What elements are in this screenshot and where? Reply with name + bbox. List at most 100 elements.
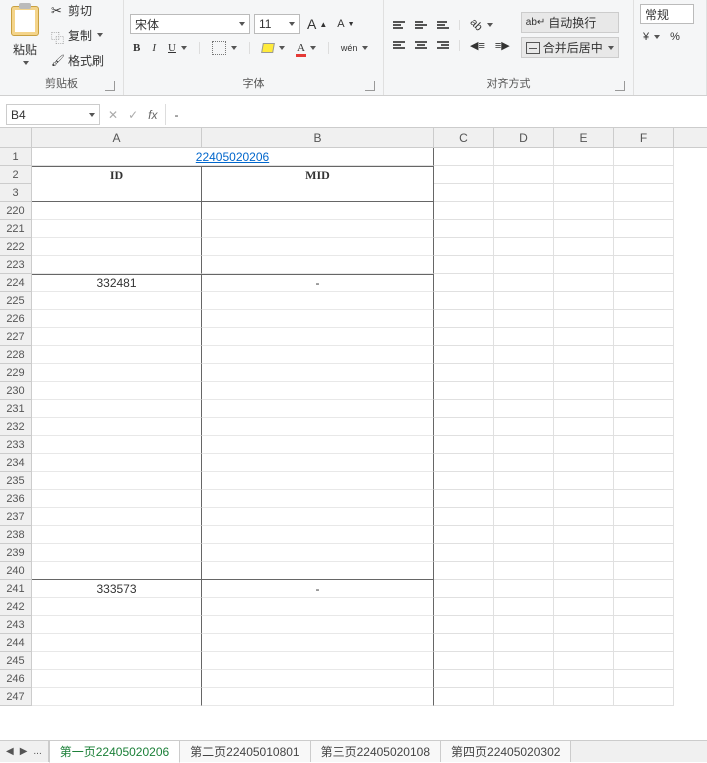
cell[interactable]	[494, 472, 554, 490]
cell[interactable]	[202, 634, 434, 652]
align-right-button[interactable]	[434, 40, 452, 50]
border-button[interactable]	[209, 40, 240, 56]
cell[interactable]	[554, 148, 614, 166]
cell[interactable]	[494, 526, 554, 544]
cell[interactable]	[614, 238, 674, 256]
row-header[interactable]: 237	[0, 508, 31, 526]
cell[interactable]	[202, 220, 434, 238]
cell[interactable]	[554, 670, 614, 688]
cell[interactable]	[434, 670, 494, 688]
row-header[interactable]: 235	[0, 472, 31, 490]
cell[interactable]	[434, 526, 494, 544]
cell[interactable]	[614, 382, 674, 400]
cell[interactable]	[434, 328, 494, 346]
name-box[interactable]: B4	[6, 104, 100, 125]
cell[interactable]	[202, 328, 434, 346]
cell[interactable]	[202, 454, 434, 472]
cell[interactable]	[494, 616, 554, 634]
cell[interactable]	[614, 598, 674, 616]
cell[interactable]	[434, 364, 494, 382]
cell[interactable]	[494, 436, 554, 454]
cell[interactable]	[494, 418, 554, 436]
cell[interactable]	[434, 346, 494, 364]
cell[interactable]	[554, 436, 614, 454]
cell[interactable]	[434, 436, 494, 454]
row-header[interactable]: 236	[0, 490, 31, 508]
cut-button[interactable]: 剪切	[46, 0, 109, 21]
number-format-combo[interactable]: 常规	[640, 4, 694, 24]
cell[interactable]	[494, 328, 554, 346]
accounting-format-button[interactable]: ¥	[640, 30, 663, 44]
cell[interactable]	[554, 526, 614, 544]
cell[interactable]	[434, 400, 494, 418]
cell[interactable]	[554, 256, 614, 274]
cell[interactable]	[202, 544, 434, 562]
cell[interactable]	[614, 418, 674, 436]
cell[interactable]	[494, 220, 554, 238]
row-header[interactable]: 234	[0, 454, 31, 472]
cell[interactable]	[494, 508, 554, 526]
row-header[interactable]: 247	[0, 688, 31, 706]
cell[interactable]	[494, 670, 554, 688]
cell[interactable]	[494, 364, 554, 382]
cell[interactable]	[494, 490, 554, 508]
cell[interactable]	[554, 220, 614, 238]
decrease-font-button[interactable]: A▼	[334, 17, 357, 31]
align-left-button[interactable]	[390, 40, 408, 50]
cell[interactable]	[32, 364, 202, 382]
alignment-dialog-launcher[interactable]	[615, 81, 625, 91]
column-header[interactable]: B	[202, 128, 434, 147]
cell[interactable]	[554, 364, 614, 382]
cell[interactable]	[494, 310, 554, 328]
cell[interactable]	[614, 184, 674, 202]
cell[interactable]	[614, 508, 674, 526]
cell[interactable]	[202, 364, 434, 382]
cell[interactable]	[554, 292, 614, 310]
fx-button[interactable]: fx	[148, 108, 157, 122]
cell[interactable]	[614, 580, 674, 598]
cell[interactable]	[202, 400, 434, 418]
cell[interactable]	[32, 436, 202, 454]
cell[interactable]	[32, 616, 202, 634]
cell[interactable]	[32, 454, 202, 472]
confirm-formula-button[interactable]: ✓	[128, 108, 138, 122]
cell[interactable]	[494, 382, 554, 400]
row-header[interactable]: 233	[0, 436, 31, 454]
cell[interactable]	[32, 328, 202, 346]
format-painter-button[interactable]: 格式刷	[46, 50, 109, 71]
cell[interactable]	[434, 220, 494, 238]
cell[interactable]	[614, 148, 674, 166]
cell[interactable]	[554, 454, 614, 472]
header-mid-cell[interactable]	[202, 184, 434, 202]
cell[interactable]	[434, 472, 494, 490]
sheet-nav-prev[interactable]: ◀	[6, 746, 14, 757]
cell[interactable]	[32, 220, 202, 238]
cell[interactable]	[614, 472, 674, 490]
cell[interactable]	[494, 292, 554, 310]
column-header[interactable]: F	[614, 128, 674, 147]
cell[interactable]	[202, 382, 434, 400]
wrap-text-button[interactable]: ab↵ 自动换行	[521, 12, 619, 33]
column-header[interactable]: C	[434, 128, 494, 147]
cell[interactable]	[614, 166, 674, 184]
cell[interactable]	[434, 202, 494, 220]
row-header[interactable]: 242	[0, 598, 31, 616]
cell[interactable]	[614, 454, 674, 472]
cell[interactable]	[32, 238, 202, 256]
row-header[interactable]: 226	[0, 310, 31, 328]
cell[interactable]	[554, 652, 614, 670]
cell[interactable]	[434, 418, 494, 436]
row-header[interactable]: 221	[0, 220, 31, 238]
cell[interactable]	[434, 508, 494, 526]
column-header[interactable]: A	[32, 128, 202, 147]
cell[interactable]	[554, 202, 614, 220]
sheet-tab[interactable]: 第四页22405020302	[440, 740, 571, 762]
row-header[interactable]: 245	[0, 652, 31, 670]
cell[interactable]	[32, 598, 202, 616]
cell[interactable]	[434, 544, 494, 562]
cells-area[interactable]: 22405020206IDMID332481-333573-	[32, 148, 707, 706]
cell[interactable]	[32, 310, 202, 328]
cell[interactable]	[32, 256, 202, 274]
cell[interactable]	[32, 472, 202, 490]
column-header[interactable]: D	[494, 128, 554, 147]
